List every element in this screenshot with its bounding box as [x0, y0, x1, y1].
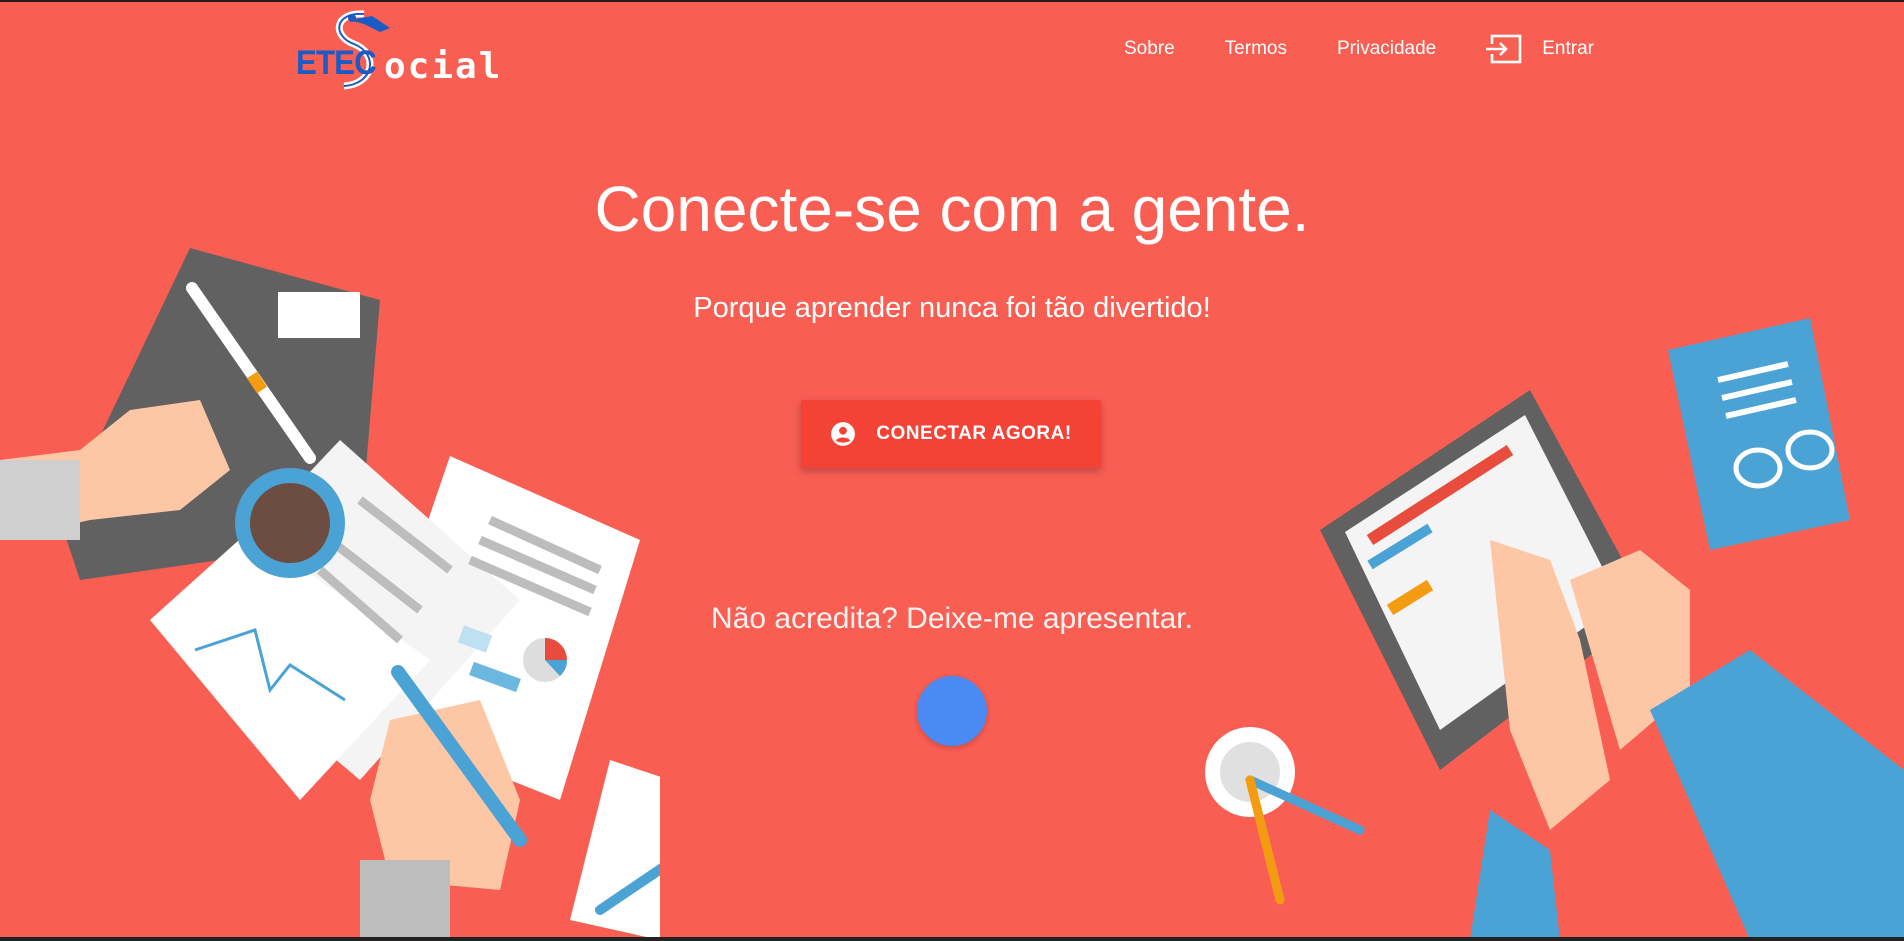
- connect-now-label: CONECTAR AGORA!: [876, 423, 1072, 444]
- hero-subtitle: Porque aprender nunca foi tão divertido!: [693, 292, 1211, 324]
- top-border: [0, 0, 1904, 2]
- top-nav: Sobre Termos Privacidade Entrar: [1074, 34, 1594, 64]
- logo-text-etec: ETEC: [296, 44, 377, 82]
- bottom-border: [0, 937, 1904, 941]
- desk-illustration-left: [0, 248, 660, 940]
- nav-entrar-label: Entrar: [1542, 38, 1594, 59]
- nav-termos[interactable]: Termos: [1225, 38, 1287, 60]
- nav-privacidade[interactable]: Privacidade: [1337, 38, 1436, 60]
- logo-text-social: ocial: [384, 46, 503, 87]
- hero-title: Conecte-se com a gente.: [594, 173, 1310, 245]
- logo[interactable]: ETEC ocial: [294, 6, 514, 90]
- scroll-down-button[interactable]: [917, 676, 987, 746]
- account-circle-icon: [830, 421, 856, 447]
- nav-entrar[interactable]: Entrar: [1486, 34, 1594, 64]
- nav-sobre[interactable]: Sobre: [1124, 38, 1175, 60]
- connect-now-button[interactable]: CONECTAR AGORA!: [801, 400, 1101, 468]
- login-icon: [1486, 34, 1522, 64]
- intro-tease: Não acredita? Deixe-me apresentar.: [711, 602, 1193, 635]
